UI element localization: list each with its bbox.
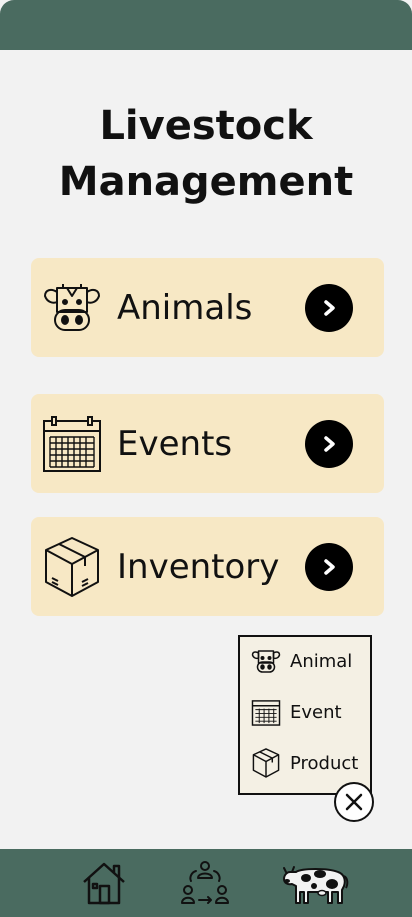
chevron-right-icon[interactable] — [305, 542, 353, 591]
cow-face-icon — [250, 645, 282, 677]
close-icon — [345, 793, 363, 811]
calendar-icon — [42, 414, 102, 474]
close-button[interactable] — [334, 782, 374, 822]
add-animal-item[interactable]: Animal — [250, 645, 352, 677]
add-product-item[interactable]: Product — [250, 747, 358, 779]
add-animal-label: Animal — [290, 650, 353, 672]
top-bar — [0, 0, 412, 50]
people-exchange-icon — [181, 861, 229, 904]
cow-face-icon — [42, 278, 102, 338]
box-icon — [250, 747, 282, 779]
events-card[interactable]: Events — [31, 394, 384, 493]
events-label: Events — [117, 423, 233, 464]
animals-card[interactable]: Animals — [31, 258, 384, 357]
cow-icon — [283, 866, 349, 904]
nav-animals-button[interactable] — [281, 857, 351, 909]
bottom-nav — [0, 849, 412, 917]
page-title: Livestock Management — [0, 98, 412, 210]
animals-label: Animals — [117, 287, 253, 328]
add-event-item[interactable]: Event — [250, 696, 342, 728]
box-icon — [42, 536, 102, 597]
nav-people-button[interactable] — [180, 857, 230, 909]
inventory-card[interactable]: Inventory — [31, 517, 384, 616]
page-title-line-1: Livestock — [99, 103, 313, 149]
chevron-right-icon[interactable] — [305, 283, 353, 332]
page-title-line-2: Management — [58, 159, 354, 205]
nav-home-button[interactable] — [80, 857, 128, 909]
chevron-right-icon[interactable] — [305, 419, 353, 468]
calendar-icon — [250, 696, 282, 728]
add-product-label: Product — [290, 752, 359, 774]
inventory-label: Inventory — [117, 546, 280, 587]
add-menu-popup: Animal Event Product — [238, 635, 372, 795]
home-icon — [83, 862, 125, 905]
add-event-label: Event — [290, 701, 342, 723]
